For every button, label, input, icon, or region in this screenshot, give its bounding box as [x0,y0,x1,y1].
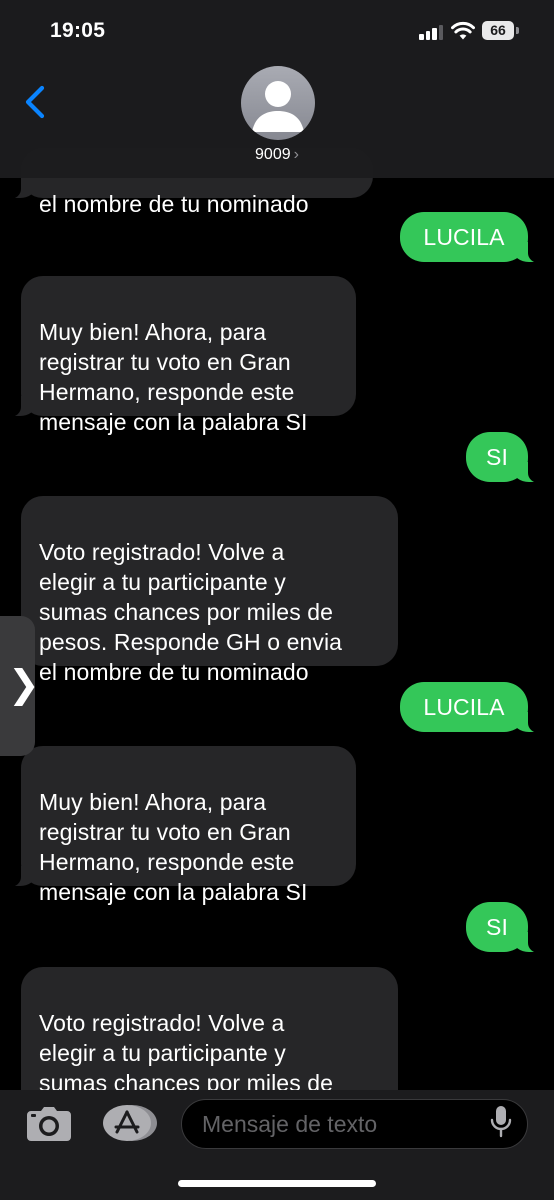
message-bubble-incoming[interactable]: Muy bien! Ahora, para registrar tu voto … [10,746,356,905]
person-icon [252,81,304,132]
message-bubble-outgoing[interactable]: SI [466,432,539,483]
side-panel-handle[interactable]: ❯ [0,616,40,756]
message-text: Voto registrado! Volve a elegir a tu par… [39,539,343,685]
message-text: LUCILA [423,694,505,720]
battery-level: 66 [490,22,506,38]
chevron-left-icon[interactable] [22,84,48,120]
message-input[interactable]: Mensaje de texto [181,1099,528,1149]
message-text: Muy bien! Ahora, para registrar tu voto … [39,789,308,905]
camera-icon[interactable] [26,1106,72,1142]
message-bubble-incoming[interactable]: Muy bien! Ahora, para registrar tu voto … [10,276,356,435]
contact-name[interactable]: 9009 › [0,146,554,164]
message-input-placeholder: Mensaje de texto [202,1111,378,1137]
conversation-header: 19:05 66 9009 › [0,0,554,178]
message-bubble-outgoing[interactable]: LUCILA [400,682,539,733]
message-list[interactable]: el nombre de tu nominado LUCILA Muy bien… [0,0,554,1200]
message-bubble-outgoing[interactable]: LUCILA [400,212,539,263]
contact-avatar[interactable] [241,66,315,140]
chevron-right-icon: › [293,146,299,163]
message-bubble-incoming[interactable]: Voto registrado! Volve a elegir a tu par… [10,496,398,685]
message-bubble-outgoing[interactable]: SI [466,902,539,953]
message-text: LUCILA [423,224,505,250]
message-text: SI [486,914,508,940]
cellular-signal-icon [419,24,443,40]
battery-nub [516,27,519,34]
status-time: 19:05 [50,19,106,42]
message-text: el nombre de tu nominado [39,191,309,217]
contact-name-label: 9009 [255,146,291,163]
app-store-icon[interactable] [102,1104,158,1142]
wifi-icon [451,21,475,40]
battery-icon: 66 [482,21,514,40]
message-text: Muy bien! Ahora, para registrar tu voto … [39,319,308,435]
message-text: SI [486,444,508,470]
home-indicator[interactable] [178,1180,376,1187]
microphone-icon[interactable] [490,1105,512,1139]
chevron-right-icon: ❯ [8,664,40,706]
